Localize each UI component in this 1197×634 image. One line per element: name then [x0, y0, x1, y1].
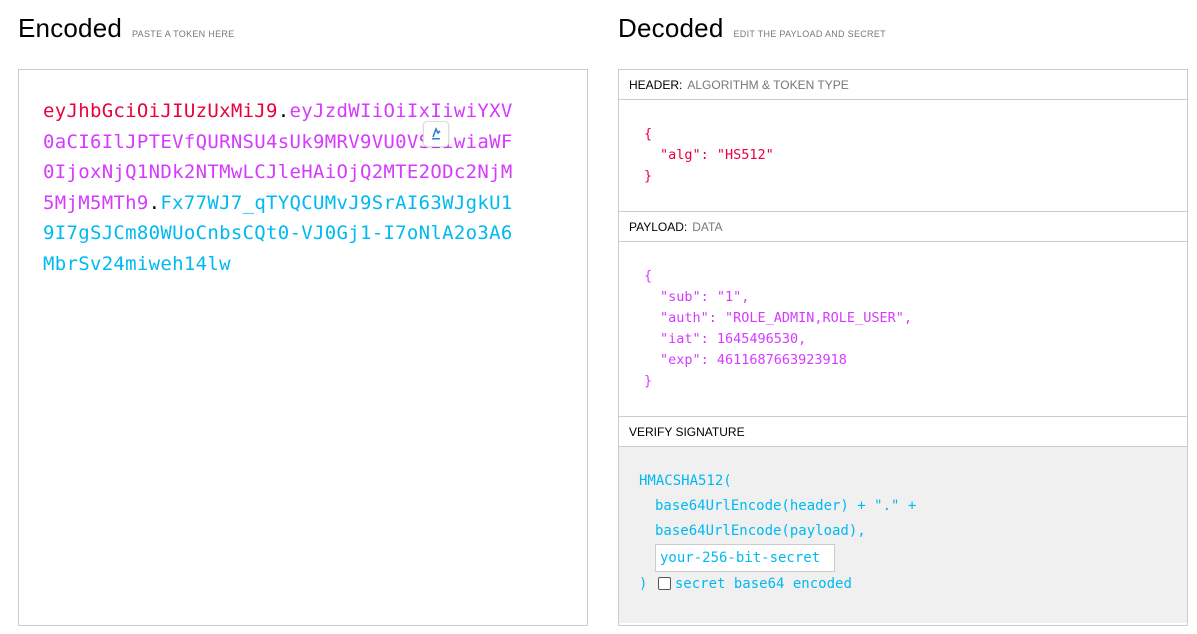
json-line: "iat": 1645496530,: [660, 331, 807, 347]
signature-close: ): [639, 576, 648, 592]
decoded-panel: Decoded EDIT THE PAYLOAD AND SECRET HEAD…: [618, 0, 1188, 626]
token-editor[interactable]: eyJhbGciOiJIUzUxMiJ9.eyJzdWIiOiIxIiwiYXV…: [18, 69, 588, 626]
token-dot: .: [148, 191, 161, 214]
header-section-head: HEADER: ALGORITHM & TOKEN TYPE: [619, 70, 1187, 100]
decoded-title: Decoded: [618, 13, 724, 43]
decoded-box: HEADER: ALGORITHM & TOKEN TYPE { "alg": …: [618, 69, 1188, 626]
signature-panel: HMACSHA512( base64UrlEncode(header) + ".…: [619, 447, 1187, 623]
token-dot: .: [277, 100, 290, 122]
signature-section-head: VERIFY SIGNATURE: [619, 417, 1187, 447]
decoded-heading: Decoded EDIT THE PAYLOAD AND SECRET: [618, 0, 1188, 69]
encoded-subtitle: PASTE A TOKEN HERE: [132, 29, 235, 39]
signature-line: base64UrlEncode(header) + "." +: [655, 498, 917, 514]
header-section-label: HEADER:: [629, 77, 683, 92]
header-section-desc: ALGORITHM & TOKEN TYPE: [687, 77, 849, 92]
payload-section-label: PAYLOAD:: [629, 219, 688, 234]
base64-checkbox-label[interactable]: secret base64 encoded: [675, 576, 852, 592]
json-line: "auth": "ROLE_ADMIN,ROLE_USER",: [660, 310, 912, 326]
token-header-part: eyJhbGciOiJIUzUxMiJ9: [43, 100, 278, 122]
header-json-editor[interactable]: { "alg": "HS512" }: [619, 100, 1187, 212]
json-line: }: [644, 168, 653, 184]
base64-checkbox[interactable]: [657, 576, 671, 590]
payload-json-editor[interactable]: { "sub": "1", "auth": "ROLE_ADMIN,ROLE_U…: [619, 242, 1187, 417]
json-line: {: [644, 126, 653, 142]
signature-section-label: VERIFY SIGNATURE: [629, 424, 745, 439]
encoded-title: Encoded: [18, 13, 123, 43]
payload-section-head: PAYLOAD: DATA: [619, 212, 1187, 242]
json-line: "exp": 4611687663923918: [660, 352, 847, 368]
secret-input[interactable]: your-256-bit-secret: [655, 544, 835, 572]
signature-close-row: ) secret base64 encoded: [639, 572, 1187, 597]
token-text[interactable]: eyJhbGciOiJIUzUxMiJ9.eyJzdWIiOiIxIiwiYXV…: [43, 96, 523, 279]
signature-line: base64UrlEncode(payload),: [655, 523, 866, 539]
json-line: "sub": "1",: [660, 289, 750, 305]
json-line: }: [644, 373, 653, 389]
secret-row: your-256-bit-secret: [639, 544, 1187, 572]
payload-section-desc: DATA: [692, 219, 723, 234]
decoded-subtitle: EDIT THE PAYLOAD AND SECRET: [733, 29, 886, 39]
extension-icon[interactable]: [423, 121, 449, 147]
encoded-heading: Encoded PASTE A TOKEN HERE: [18, 0, 588, 69]
signature-line: HMACSHA512(: [639, 473, 732, 489]
json-line: {: [644, 268, 653, 284]
json-line: "alg": "HS512": [660, 147, 774, 163]
encoded-panel: Encoded PASTE A TOKEN HERE eyJhbGciOiJIU…: [18, 0, 588, 626]
